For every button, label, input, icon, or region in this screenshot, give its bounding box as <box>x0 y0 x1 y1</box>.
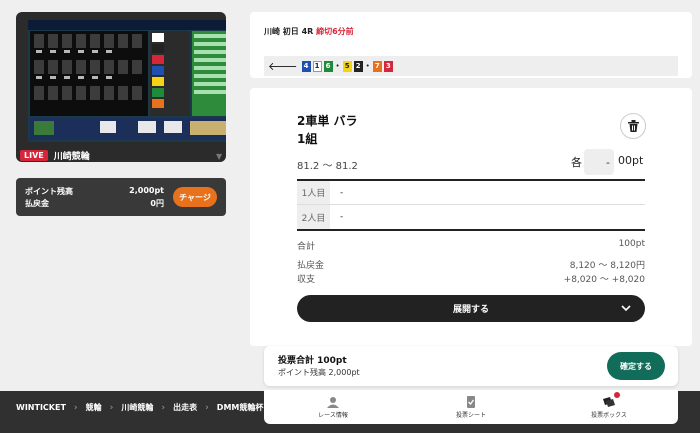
breadcrumb-item[interactable]: 競輪 <box>86 402 102 413</box>
frame-number-box: 6 <box>323 60 333 72</box>
live-video-card[interactable]: LIVE 川崎競輪 ▼ <box>16 12 226 162</box>
bet-card: 2車単 バラ 1組 81.2 ～ 81.2 各 00pt 1人目 - 2人目 -… <box>250 88 692 346</box>
refund-label: 払戻金 <box>25 199 49 208</box>
notification-dot <box>614 392 620 398</box>
arrow-left-icon: 🡐 <box>268 60 298 73</box>
race-info-card: 川崎 初日 4R 締切6分前 🡐 4 1 6 • 5 2 • 7 3 <box>250 12 692 78</box>
breadcrumb-item[interactable]: 出走表 <box>173 402 197 413</box>
point-balance-text: ポイント残高 2,000pt <box>278 368 360 377</box>
rider-label: 1人目 <box>297 181 330 204</box>
chevron-right-icon: › <box>205 402 209 413</box>
tab-race-info[interactable]: レース情報 <box>264 390 402 424</box>
race-header: 川崎 初日 4R 締切6分前 <box>264 26 354 37</box>
delete-button[interactable] <box>620 113 646 139</box>
vote-total-bar: 投票合計 100pt ポイント残高 2,000pt 確定する <box>264 346 678 386</box>
frame-number-box: 7 <box>372 60 382 72</box>
table-row[interactable]: 1人目 - <box>297 181 645 205</box>
frame-number-box: 5 <box>342 60 352 72</box>
unit-label: 00pt <box>618 154 644 167</box>
charge-button[interactable]: チャージ <box>173 187 217 207</box>
total-label: 合計 <box>297 242 316 252</box>
table-row[interactable]: 2人目 - <box>297 205 645 229</box>
balance-row: 収支 +8,020 ～ +8,020 <box>297 272 645 285</box>
line-prediction-strip: 🡐 4 1 6 • 5 2 • 7 3 <box>264 56 678 76</box>
deadline-text: 締切6分前 <box>316 27 354 36</box>
breadcrumb-item[interactable]: 川崎競輪 <box>121 402 153 413</box>
balance-label: ポイント残高 <box>25 187 73 196</box>
chevron-down-icon[interactable]: ▼ <box>216 152 222 161</box>
vote-total-text: 投票合計 100pt <box>278 356 347 366</box>
expand-button[interactable]: 展開する <box>297 295 645 322</box>
payout-label: 払戻金 <box>297 261 325 271</box>
tab-label: 投票シート <box>455 411 486 419</box>
bet-count: 1組 <box>297 132 318 146</box>
confirm-button[interactable]: 確定する <box>607 352 665 380</box>
line-separator: • <box>365 62 370 70</box>
chevron-right-icon: › <box>73 402 78 413</box>
bet-type: 2車単 バラ <box>297 114 358 128</box>
rider-value: - <box>340 212 344 222</box>
line-separator: • <box>335 62 340 70</box>
breadcrumb-item[interactable]: DMM競輪杯（2022 <box>217 402 264 413</box>
refund-value: 0円 <box>150 199 164 208</box>
breadcrumb: WINTICKET › 競輪 › 川崎競輪 › 出走表 › DMM競輪杯（202… <box>0 395 264 425</box>
chevron-right-icon: › <box>109 402 114 413</box>
venue-title: 川崎競輪 <box>53 152 90 162</box>
race-title: 川崎 初日 4R <box>264 27 314 36</box>
breadcrumb-item[interactable]: WINTICKET <box>16 403 66 412</box>
trash-icon <box>627 120 639 132</box>
tab-vote-box[interactable]: 投票ボックス <box>540 390 678 424</box>
odds-range: 81.2 ～ 81.2 <box>297 161 358 172</box>
payout-row: 払戻金 8,120 ～ 8,120円 <box>297 258 645 271</box>
rider-selection-table: 1人目 - 2人目 - <box>297 179 645 231</box>
ticket-box-icon <box>603 396 615 407</box>
balance-value: 2,000pt <box>129 186 164 195</box>
bottom-tab-bar: レース情報 投票シート 投票ボックス <box>264 390 678 424</box>
frame-number-box: 1 <box>312 60 322 72</box>
payout-value: 8,120 ～ 8,120円 <box>569 261 645 271</box>
live-row: LIVE 川崎競輪 <box>20 149 90 162</box>
bet-amount-input[interactable] <box>584 149 614 175</box>
rider-value: - <box>340 187 344 198</box>
live-badge: LIVE <box>20 150 48 161</box>
tab-label: 投票ボックス <box>591 411 627 419</box>
chevron-right-icon: › <box>161 402 166 413</box>
checksheet-icon <box>467 395 475 408</box>
each-label: 各 <box>571 156 582 169</box>
rider-label: 2人目 <box>297 205 330 229</box>
frame-number-box: 2 <box>353 60 363 72</box>
total-value: 100pt <box>618 239 645 249</box>
total-row: 合計 100pt <box>297 239 645 252</box>
person-icon <box>327 396 339 408</box>
balance-label: 収支 <box>297 275 316 285</box>
chevron-down-icon <box>621 305 631 312</box>
tab-label: レース情報 <box>318 411 348 419</box>
tab-vote-sheet[interactable]: 投票シート <box>402 390 540 424</box>
frame-number-box: 4 <box>301 60 311 72</box>
frame-number-box: 3 <box>383 60 393 72</box>
live-video-screen[interactable] <box>28 20 226 142</box>
balance-value: +8,020 ～ +8,020 <box>563 275 645 285</box>
